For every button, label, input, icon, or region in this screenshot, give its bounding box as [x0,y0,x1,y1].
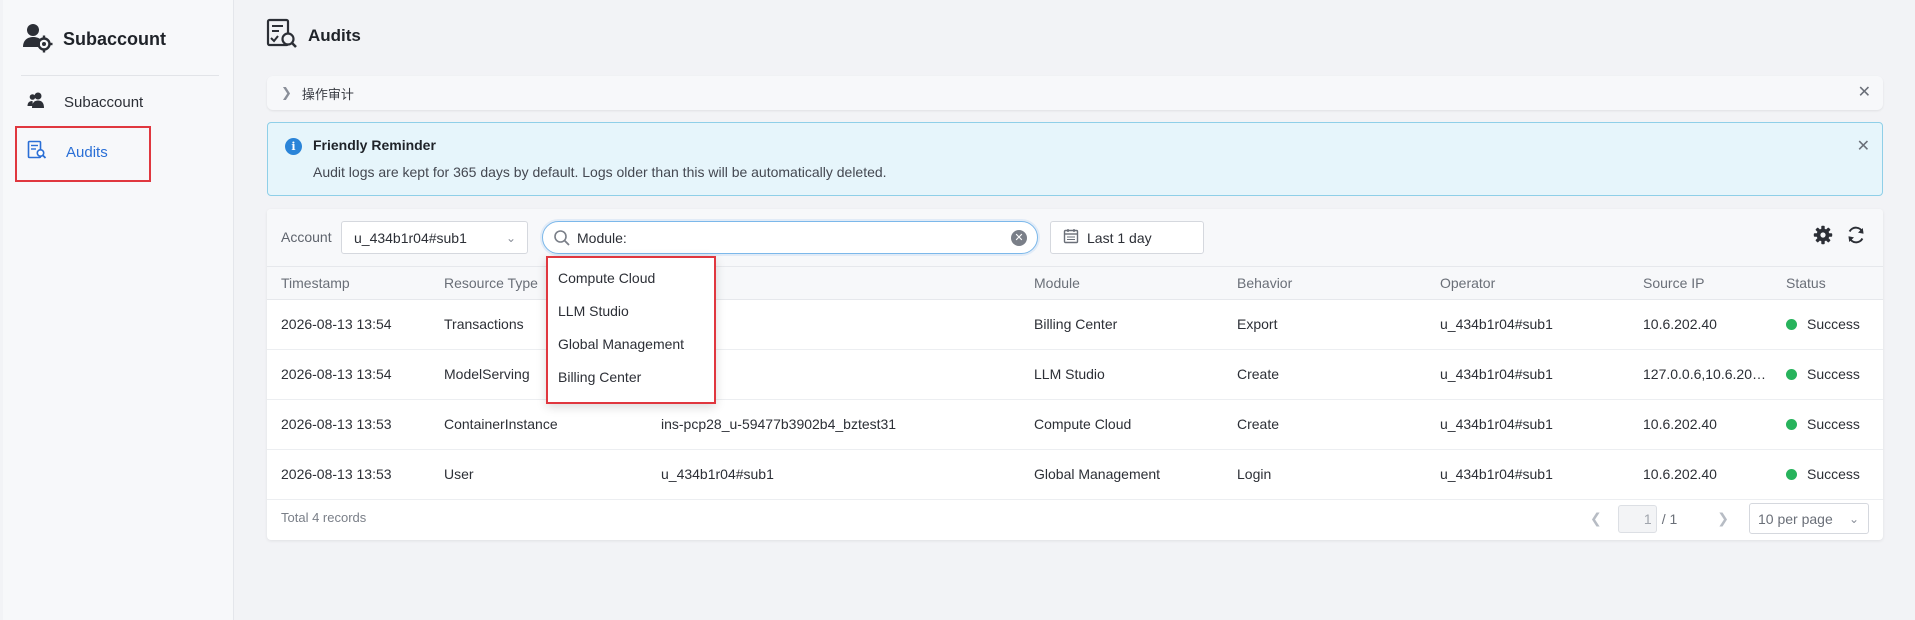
chevron-right-icon: ❯ [281,85,292,100]
close-icon[interactable]: ✕ [1858,85,1871,101]
notice-title: Friendly Reminder [313,137,436,153]
cell-status: Success [1772,449,1883,500]
column-header-module[interactable]: Module [1020,267,1223,300]
table-row[interactable]: 2026-08-13 13:54 Transactions Billing Ce… [267,299,1883,350]
cell-behavior: Login [1223,449,1426,500]
success-dot-icon [1786,319,1797,330]
status-text: Success [1807,416,1860,432]
cell-behavior: Create [1223,349,1426,400]
cell-source-ip: 10.6.202.40 [1629,449,1772,500]
column-header-behavior[interactable]: Behavior [1223,267,1426,300]
cell-behavior: Create [1223,399,1426,450]
status-text: Success [1807,366,1860,382]
page-header: Audits [266,18,361,54]
filter-toolbar: Account u_434b1r04#sub1 ⌄ ✕ [267,209,1883,267]
audit-report-icon [266,18,298,54]
cell-module: Compute Cloud [1020,399,1223,450]
page-number-input[interactable] [1617,504,1657,533]
cell-module: Global Management [1020,449,1223,500]
cell-timestamp: 2026-08-13 13:54 [267,299,430,350]
refresh-icon[interactable] [1846,225,1866,249]
module-dropdown: Compute Cloud LLM Studio Global Manageme… [546,256,716,404]
sidebar-header: Subaccount [21,22,166,56]
cell-resource-type: User [430,449,647,500]
cell-status: Success [1772,349,1883,400]
notice-text: Audit logs are kept for 365 days by defa… [313,164,887,180]
cell-status: Success [1772,399,1883,450]
dropdown-option-llm-studio[interactable]: LLM Studio [546,295,716,328]
search-icon [553,229,571,251]
sidebar-item-label: Subaccount [64,93,144,111]
sidebar: Subaccount Subaccount Audits [3,0,234,620]
success-dot-icon [1786,369,1797,380]
chevron-down-icon: ⌄ [1848,512,1859,526]
cell-operator: u_434b1r04#sub1 [1426,299,1629,350]
account-label: Account [281,229,332,245]
column-header-source-ip[interactable]: Source IP [1629,267,1772,300]
cell-operator: u_434b1r04#sub1 [1426,349,1629,400]
page-title: Audits [308,26,361,45]
cell-resource-type: ContainerInstance [430,399,647,450]
page-size-value: 10 per page [1758,510,1833,527]
cell-status: Success [1772,299,1883,350]
status-text: Success [1807,466,1860,482]
cell-source-ip: 10.6.202.40 [1629,399,1772,450]
column-header-timestamp[interactable]: Timestamp [267,267,430,300]
audit-log-table: Timestamp Resource Type Name Module Beha… [267,267,1883,500]
cell-timestamp: 2026-08-13 13:53 [267,399,430,450]
page-size-select[interactable]: 10 per page ⌄ [1749,503,1869,534]
chevron-right-icon[interactable]: ❯ [1717,510,1729,527]
cell-operator: u_434b1r04#sub1 [1426,399,1629,450]
column-header-status[interactable]: Status [1772,267,1883,300]
pagination: ❮ / 1 ❯ 10 per page ⌄ [1590,503,1869,534]
dropdown-option-billing-center[interactable]: Billing Center [546,361,716,394]
cell-module: LLM Studio [1020,349,1223,400]
cell-source-ip: 10.6.202.40 [1629,299,1772,350]
page-total: / 1 [1661,510,1678,527]
collapse-label: 操作审计 [301,86,354,102]
audit-log-card: Account u_434b1r04#sub1 ⌄ ✕ [267,209,1883,540]
dropdown-option-compute-cloud[interactable]: Compute Cloud [546,262,716,295]
operation-audit-collapse[interactable]: ❯ 操作审计 ✕ [267,76,1883,110]
clear-icon[interactable]: ✕ [1011,230,1027,246]
search-box[interactable]: ✕ [542,221,1038,254]
status-text: Success [1807,316,1860,332]
cell-module: Billing Center [1020,299,1223,350]
search-input[interactable] [577,228,997,248]
sidebar-title: Subaccount [63,28,167,49]
cell-timestamp: 2026-08-13 13:53 [267,449,430,500]
calendar-icon [1063,228,1079,247]
subaccount-settings-icon [21,21,53,57]
table-row[interactable]: 2026-08-13 13:53 ContainerInstance ins-p… [267,399,1883,450]
cell-source-ip: 127.0.0.6,10.6.202.40 [1629,349,1772,400]
table-header-row: Timestamp Resource Type Name Module Beha… [267,267,1883,300]
success-dot-icon [1786,419,1797,430]
cell-name: ins-pcp28_u-59477b3902b4_bztest31 [647,399,1020,450]
date-range-picker[interactable]: Last 1 day [1050,221,1204,254]
cell-behavior: Export [1223,299,1426,350]
account-select[interactable]: u_434b1r04#sub1 ⌄ [341,221,528,254]
cell-name: u_434b1r04#sub1 [647,449,1020,500]
cell-timestamp: 2026-08-13 13:54 [267,349,430,400]
info-icon: i [285,138,302,155]
date-range-value: Last 1 day [1087,229,1152,246]
table-row[interactable]: 2026-08-13 13:53 User u_434b1r04#sub1 Gl… [267,449,1883,500]
gear-icon[interactable] [1813,225,1833,249]
column-header-operator[interactable]: Operator [1426,267,1629,300]
account-select-value: u_434b1r04#sub1 [354,229,467,246]
table-row[interactable]: 2026-08-13 13:54 ModelServing LLM Studio… [267,349,1883,400]
total-records: Total 4 records [281,510,367,525]
chevron-left-icon[interactable]: ❮ [1590,510,1602,527]
chevron-down-icon: ⌄ [505,231,516,245]
close-icon[interactable]: ✕ [1857,139,1870,155]
sidebar-item-subaccount[interactable]: Subaccount [27,89,143,115]
cell-operator: u_434b1r04#sub1 [1426,449,1629,500]
users-icon [27,91,45,113]
success-dot-icon [1786,469,1797,480]
sidebar-divider [21,75,219,76]
friendly-reminder-notice: i Friendly Reminder Audit logs are kept … [267,122,1883,196]
dropdown-option-global-management[interactable]: Global Management [546,328,716,361]
highlight-box-audits [15,126,151,182]
